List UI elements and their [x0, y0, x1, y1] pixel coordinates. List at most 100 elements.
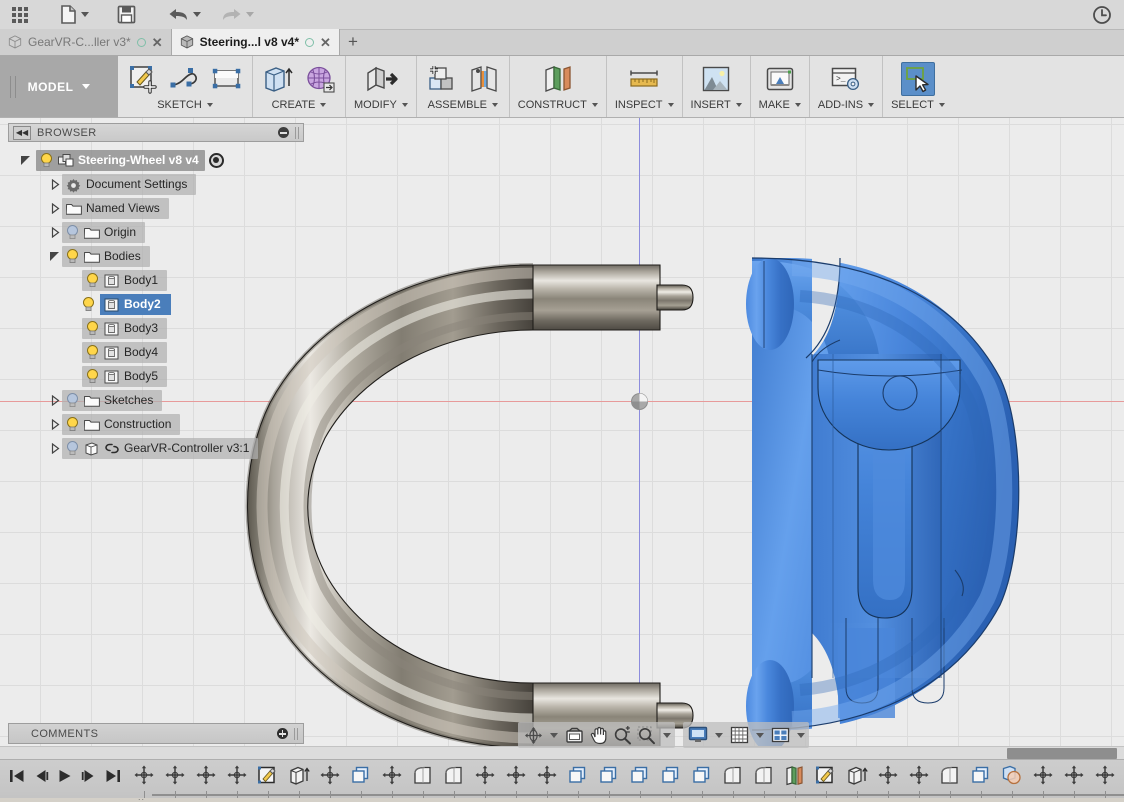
timeline-step-back-icon[interactable]	[30, 765, 52, 787]
sketch-feature-icon[interactable]	[252, 762, 283, 788]
ribbon-panel-label-assemble[interactable]: ASSEMBLE	[428, 99, 498, 111]
tree-item-gearvr-controller[interactable]: GearVR-Controller v3:1	[8, 436, 308, 460]
timeline-play-icon[interactable]	[54, 765, 76, 787]
ribbon-panel-label-make[interactable]: MAKE	[759, 99, 801, 111]
add-comment-icon[interactable]	[277, 728, 288, 739]
panel-resize-grip[interactable]	[295, 126, 299, 139]
look-at-icon[interactable]	[563, 724, 585, 746]
rectangle-icon[interactable]	[210, 62, 244, 96]
browser-collapse-button[interactable]: ◀◀	[13, 125, 31, 140]
create-sketch-icon[interactable]	[126, 62, 160, 96]
close-icon[interactable]: ✕	[152, 36, 163, 49]
fillet-feature-icon[interactable]	[407, 762, 438, 788]
tree-item-named-views[interactable]: Named Views	[8, 196, 308, 220]
mesh-icon[interactable]	[303, 62, 337, 96]
visibility-bulb-icon[interactable]	[66, 248, 79, 264]
timeline-end-icon[interactable]	[102, 765, 124, 787]
app-grid-button[interactable]	[0, 2, 35, 28]
move-feature-icon[interactable]	[1027, 762, 1058, 788]
move-feature-icon[interactable]	[314, 762, 345, 788]
visibility-bulb-icon[interactable]	[86, 272, 99, 288]
move-feature-icon[interactable]	[159, 762, 190, 788]
move-feature-icon[interactable]	[128, 762, 159, 788]
move-feature-icon[interactable]	[872, 762, 903, 788]
pattern-feature-icon[interactable]	[562, 762, 593, 788]
expand-arrow-icon[interactable]	[44, 226, 66, 238]
visibility-bulb-icon[interactable]	[82, 296, 95, 312]
move-feature-icon[interactable]	[469, 762, 500, 788]
move-feature-icon[interactable]	[221, 762, 252, 788]
pattern-feature-icon[interactable]	[345, 762, 376, 788]
expand-arrow-icon[interactable]	[14, 155, 36, 165]
expand-arrow-icon[interactable]	[44, 394, 66, 406]
visibility-bulb-icon[interactable]	[66, 392, 79, 408]
press-pull-icon[interactable]	[364, 62, 398, 96]
offset-plane-icon[interactable]	[541, 62, 575, 96]
visibility-bulb-icon[interactable]	[66, 224, 79, 240]
ribbon-panel-label-create[interactable]: CREATE	[272, 99, 327, 111]
expand-arrow-icon[interactable]	[44, 442, 66, 454]
undo-button[interactable]	[161, 2, 208, 28]
move-feature-icon[interactable]	[500, 762, 531, 788]
new-tab-button[interactable]: +	[340, 29, 366, 55]
orbit-icon[interactable]	[522, 724, 544, 746]
move-feature-icon[interactable]	[190, 762, 221, 788]
document-tab-1[interactable]: Steering...l v8 v4* ✕	[171, 29, 340, 55]
move-feature-icon[interactable]	[531, 762, 562, 788]
visibility-bulb-icon[interactable]	[66, 416, 79, 432]
close-icon[interactable]: ✕	[320, 36, 331, 49]
tree-item-origin[interactable]: Origin	[8, 220, 308, 244]
pan-icon[interactable]	[587, 724, 609, 746]
timeline-step-forward-icon[interactable]	[78, 765, 100, 787]
ribbon-panel-label-addins[interactable]: ADD-INS	[818, 99, 875, 111]
move-feature-icon[interactable]	[1089, 762, 1120, 788]
spline-icon[interactable]	[168, 62, 202, 96]
viewports-icon[interactable]	[769, 724, 791, 746]
display-settings-icon[interactable]	[687, 724, 709, 746]
ribbon-panel-label-inspect[interactable]: INSPECT	[615, 99, 674, 111]
3d-print-icon[interactable]	[763, 62, 797, 96]
panel-resize-grip[interactable]	[294, 727, 298, 740]
chevron-down-icon[interactable]	[756, 732, 764, 738]
zoom-icon[interactable]	[611, 724, 633, 746]
tree-item-body4[interactable]: Body4	[8, 340, 308, 364]
move-feature-icon[interactable]	[903, 762, 934, 788]
timeline-start-icon[interactable]	[6, 765, 28, 787]
pattern-feature-icon[interactable]	[686, 762, 717, 788]
visibility-bulb-icon[interactable]	[86, 320, 99, 336]
file-button[interactable]	[53, 2, 96, 28]
expand-arrow-icon[interactable]	[44, 202, 66, 214]
chevron-down-icon[interactable]	[797, 732, 805, 738]
save-button[interactable]	[110, 2, 143, 28]
tree-item-construction[interactable]: Construction	[8, 412, 308, 436]
ribbon-panel-label-sketch[interactable]: SKETCH	[157, 99, 213, 111]
extrude-feature-icon[interactable]	[841, 762, 872, 788]
tree-item-body1[interactable]: Body1	[8, 268, 308, 292]
pattern-feature-icon[interactable]	[965, 762, 996, 788]
redo-button[interactable]	[214, 2, 261, 28]
move-feature-icon[interactable]	[376, 762, 407, 788]
expand-arrow-icon[interactable]	[44, 178, 66, 190]
workspace-switcher[interactable]: MODEL	[0, 56, 118, 117]
insert-image-icon[interactable]	[699, 62, 733, 96]
tree-item-document-settings[interactable]: Document Settings	[8, 172, 308, 196]
grid-snaps-icon[interactable]	[728, 724, 750, 746]
expand-arrow-icon[interactable]	[43, 251, 65, 261]
fillet-feature-icon[interactable]	[717, 762, 748, 788]
construct-feature-icon[interactable]	[779, 762, 810, 788]
tree-item-body2[interactable]: Body2	[8, 292, 308, 316]
job-status-button[interactable]	[1092, 5, 1112, 25]
ribbon-panel-label-select[interactable]: SELECT	[891, 99, 945, 111]
combine-feature-icon[interactable]	[996, 762, 1027, 788]
tree-item-sketches[interactable]: Sketches	[8, 388, 308, 412]
visibility-bulb-icon[interactable]	[86, 368, 99, 384]
visibility-bulb-icon[interactable]	[40, 152, 53, 168]
expand-arrow-icon[interactable]	[44, 418, 66, 430]
scrollbar-thumb[interactable]	[1007, 748, 1117, 759]
pattern-feature-icon[interactable]	[624, 762, 655, 788]
scripts-addins-icon[interactable]: >_	[829, 62, 863, 96]
new-component-icon[interactable]	[425, 62, 459, 96]
measure-icon[interactable]	[627, 62, 661, 96]
extrude-icon[interactable]	[261, 62, 295, 96]
chevron-down-icon[interactable]	[715, 732, 723, 738]
